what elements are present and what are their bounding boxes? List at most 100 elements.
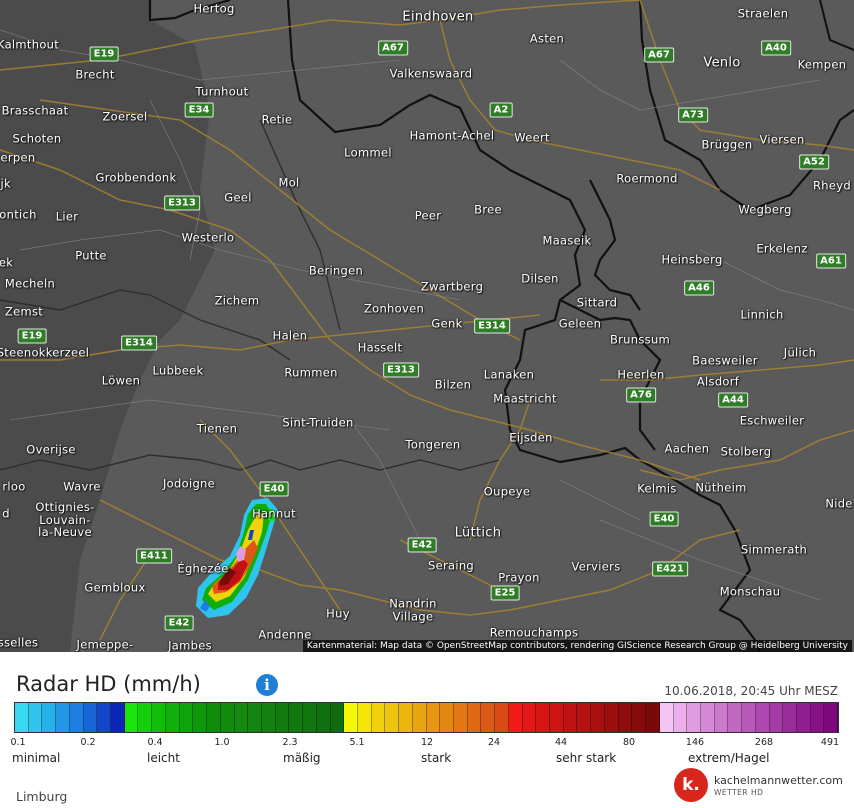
place-label: Löwen xyxy=(101,373,141,388)
scale-swatch xyxy=(550,703,564,732)
scale-swatch xyxy=(193,703,208,732)
road-marker: E42 xyxy=(407,537,437,553)
place-label: Bree xyxy=(474,202,502,217)
place-label: Brecht xyxy=(75,67,115,82)
place-label: Maaseik xyxy=(542,233,592,248)
scale-swatch xyxy=(97,703,112,732)
scale-swatch xyxy=(495,703,509,732)
scale-swatch xyxy=(618,703,633,732)
brand-logo[interactable]: k. kachelmannwetter.com WETTER HD xyxy=(674,768,844,804)
scale-tick: 0.1 xyxy=(10,737,26,748)
place-label: d xyxy=(2,506,10,521)
scale-swatch xyxy=(124,703,139,732)
scale-swatch xyxy=(508,703,523,732)
place-label: Zoersel xyxy=(102,109,148,124)
place-label: Straelen xyxy=(737,6,789,21)
road-marker: E314 xyxy=(121,335,157,351)
place-label: Eijsden xyxy=(509,430,553,445)
scale-swatch xyxy=(755,703,770,732)
place-label: Zonhoven xyxy=(363,301,425,316)
place-label: rloo xyxy=(2,479,26,494)
place-label: Valkenswaard xyxy=(389,66,473,81)
region-label: Limburg xyxy=(16,789,68,804)
place-label: Bilzen xyxy=(434,377,472,392)
place-label: Lommel xyxy=(344,145,392,160)
place-label: Beringen xyxy=(308,263,364,278)
scale-swatch xyxy=(179,703,194,732)
scale-swatch xyxy=(303,703,317,732)
place-label: Kempen xyxy=(797,57,847,72)
place-label: ontich xyxy=(0,207,37,222)
brand-name: kachelmannwetter.com xyxy=(714,774,843,787)
scale-category: stark xyxy=(421,751,452,765)
road-marker: E40 xyxy=(259,481,289,497)
scale-swatch xyxy=(330,703,345,732)
scale-swatch xyxy=(28,703,43,732)
place-label: Mecheln xyxy=(4,276,56,291)
scale-swatch xyxy=(344,703,358,732)
scale-swatch xyxy=(426,703,441,732)
place-label: Sint-Truiden xyxy=(282,415,354,430)
scale-tick: 0.2 xyxy=(80,737,96,748)
place-label: Wegberg xyxy=(738,202,792,217)
scale-swatch xyxy=(659,703,674,732)
place-label: Roermond xyxy=(616,171,678,186)
scale-swatch xyxy=(42,703,57,732)
place-label: Brasschaat xyxy=(1,103,69,118)
place-label: Maastricht xyxy=(493,391,557,406)
legend-title: Radar HD (mm/h) xyxy=(16,672,201,696)
road-marker: A67 xyxy=(378,40,408,56)
place-label: Wavre xyxy=(63,479,101,494)
place-label: Lubbeek xyxy=(152,363,204,378)
scale-swatch xyxy=(152,703,166,732)
scale-swatch xyxy=(220,703,235,732)
scale-swatch xyxy=(646,703,660,732)
road-marker: A61 xyxy=(816,253,846,269)
scale-swatch xyxy=(412,703,427,732)
place-label: Oupeye xyxy=(483,484,531,499)
place-label: Heinsberg xyxy=(661,252,723,267)
radar-map[interactable]: Hertog Eindhoven Kalmthout Asten Straelen Bre… xyxy=(0,0,854,652)
scale-swatch xyxy=(673,703,688,732)
info-icon[interactable]: i xyxy=(256,674,278,696)
road-marker: A2 xyxy=(489,102,513,118)
place-label: Gembloux xyxy=(84,580,146,595)
place-label: Zichem xyxy=(214,293,260,308)
road-marker: A73 xyxy=(678,107,708,123)
place-label: Alsdorf xyxy=(696,374,740,389)
road-marker: A67 xyxy=(644,47,674,63)
scale-swatch xyxy=(454,703,468,732)
place-label: Stolberg xyxy=(720,444,772,459)
scale-swatch xyxy=(783,703,797,732)
road-marker: A44 xyxy=(718,392,748,408)
scale-tick: 80 xyxy=(622,737,636,748)
kachelmann-logo-icon: k. xyxy=(674,768,708,802)
scale-swatch xyxy=(481,703,496,732)
road-marker: E25 xyxy=(490,585,520,601)
place-label: Sittard xyxy=(576,295,618,310)
place-label: Lanaken xyxy=(483,367,535,382)
place-label: Baesweiler xyxy=(692,353,758,368)
place-label: Jambes xyxy=(168,638,212,652)
scale-swatch xyxy=(714,703,729,732)
scale-tick: 5.1 xyxy=(349,737,365,748)
scale-swatch xyxy=(248,703,262,732)
road-marker: A52 xyxy=(799,154,829,170)
scale-tick: 491 xyxy=(820,737,840,748)
scale-swatch xyxy=(742,703,756,732)
place-label: Brunssum xyxy=(609,332,671,347)
place-label: Geleen xyxy=(558,316,602,331)
road-marker: E421 xyxy=(652,561,688,577)
scale-tick: 2.3 xyxy=(282,737,298,748)
scale-swatch xyxy=(207,703,221,732)
road-marker: A40 xyxy=(761,40,791,56)
scale-swatch xyxy=(83,703,98,732)
road-marker: E40 xyxy=(649,511,679,527)
scale-category: mäßig xyxy=(283,751,321,765)
brand-subtitle: WETTER HD xyxy=(714,788,764,797)
place-label: Huy xyxy=(326,606,350,621)
place-label: ek xyxy=(0,255,14,270)
scale-tick: 268 xyxy=(754,737,774,748)
place-label: Lüttich xyxy=(454,525,502,541)
scale-swatch xyxy=(289,703,304,732)
